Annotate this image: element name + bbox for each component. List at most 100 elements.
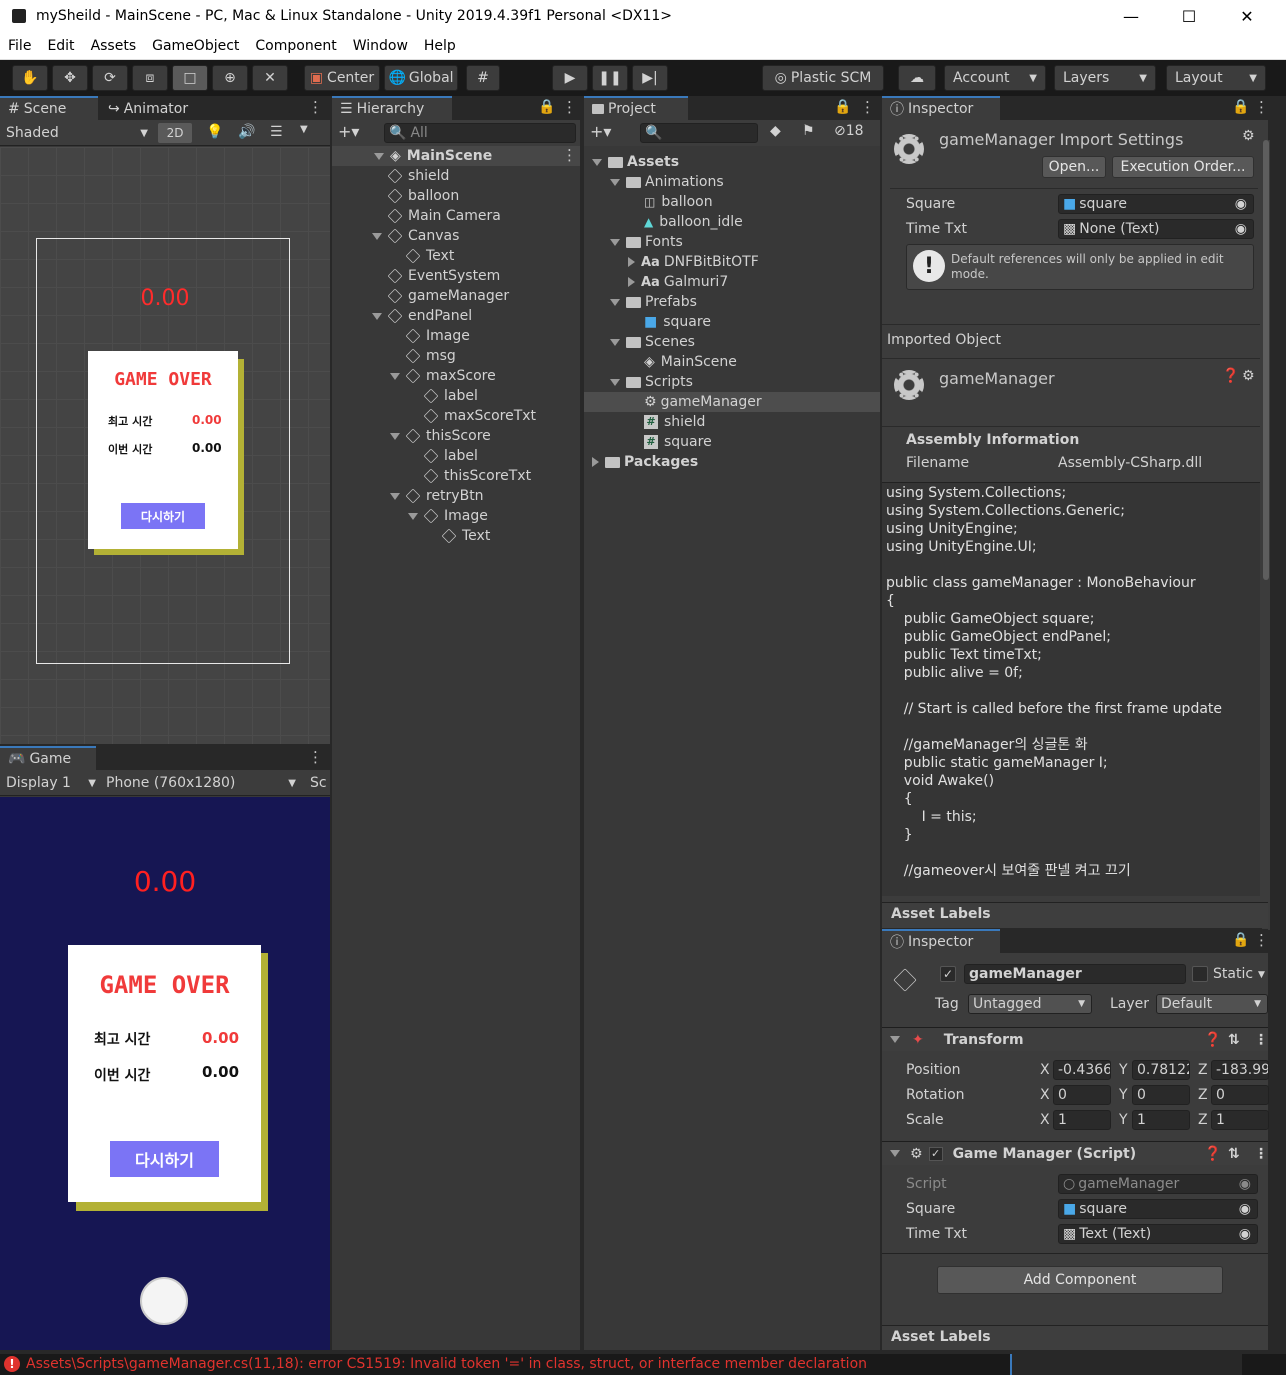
- static-checkbox[interactable]: [1192, 966, 1208, 982]
- hand-tool-icon[interactable]: ✋: [12, 65, 48, 91]
- hierarchy-item[interactable]: maxScore: [390, 366, 496, 386]
- grid-snap-icon[interactable]: #: [466, 65, 500, 91]
- tab-scene[interactable]: # Scene: [0, 96, 98, 120]
- project-item[interactable]: ■ square: [628, 312, 711, 332]
- expand-arrow-icon[interactable]: [390, 432, 400, 440]
- kebab-menu-icon[interactable]: ⋮: [562, 98, 577, 116]
- custom-tool-icon[interactable]: ✕: [252, 65, 288, 91]
- hierarchy-item[interactable]: label: [423, 446, 478, 466]
- layout-dropdown[interactable]: Layout ▼: [1166, 65, 1266, 91]
- expand-arrow-icon[interactable]: [372, 312, 382, 320]
- axis-z-label[interactable]: Z: [1198, 1062, 1208, 1078]
- axis-z-label[interactable]: Z: [1198, 1087, 1208, 1103]
- expand-arrow-icon[interactable]: [408, 512, 418, 520]
- hierarchy-item[interactable]: retryBtn: [390, 486, 484, 506]
- game-manager-script-header[interactable]: ⚙ ✓ Game Manager (Script) ❓ ⇅ ⋮: [882, 1141, 1268, 1165]
- kebab-menu-icon[interactable]: ⋮: [308, 98, 323, 116]
- hierarchy-item[interactable]: shield: [387, 166, 449, 186]
- project-item[interactable]: ▲ balloon_idle: [628, 212, 743, 232]
- help-icon[interactable]: ❓: [1222, 368, 1239, 384]
- audio-icon[interactable]: 🔊: [238, 124, 255, 140]
- scale-x-input[interactable]: 1: [1053, 1110, 1111, 1130]
- hierarchy-item[interactable]: Image: [408, 506, 488, 526]
- axis-y-label[interactable]: Y: [1119, 1112, 1128, 1128]
- mode-2d-toggle[interactable]: 2D: [158, 123, 192, 143]
- axis-y-label[interactable]: Y: [1119, 1062, 1128, 1078]
- position-x-input[interactable]: -0.4366: [1053, 1060, 1111, 1080]
- rotation-x-input[interactable]: 0: [1053, 1085, 1111, 1105]
- pivot-center-button[interactable]: ▣ Center: [304, 65, 380, 91]
- add-icon[interactable]: +▾: [338, 122, 359, 141]
- status-bar[interactable]: ! Assets\Scripts\gameManager.cs(11,18): …: [0, 1354, 1286, 1375]
- kebab-menu-icon[interactable]: ⋮: [860, 98, 875, 116]
- execution-order-button[interactable]: Execution Order...: [1112, 156, 1254, 178]
- tab-project[interactable]: Project: [584, 96, 688, 120]
- menu-component[interactable]: Component: [247, 38, 344, 54]
- kebab-menu-icon[interactable]: ⋮: [1254, 1146, 1268, 1162]
- position-z-input[interactable]: -183.99: [1211, 1060, 1269, 1080]
- project-item[interactable]: Packages: [592, 452, 698, 472]
- rotation-y-input[interactable]: 0: [1132, 1085, 1190, 1105]
- project-item[interactable]: Aa Galmuri7: [628, 272, 728, 292]
- filter-type-icon[interactable]: ◆: [770, 123, 781, 139]
- hierarchy-scene-row[interactable]: ◈ MainScene ⋮: [332, 146, 580, 166]
- lock-icon[interactable]: 🔒: [538, 99, 555, 115]
- maximize-icon[interactable]: ☐: [1160, 0, 1218, 32]
- cloud-icon[interactable]: ☁: [898, 65, 936, 91]
- close-icon[interactable]: ✕: [1218, 0, 1276, 32]
- game-retry-button[interactable]: 다시하기: [110, 1141, 219, 1177]
- hierarchy-item[interactable]: Text: [405, 246, 454, 266]
- hierarchy-item[interactable]: Canvas: [372, 226, 459, 246]
- settings-gear-icon[interactable]: ⚙: [1242, 128, 1255, 144]
- collapse-arrow-icon[interactable]: [592, 457, 599, 467]
- expand-arrow-icon[interactable]: [592, 158, 602, 166]
- hidden-packages-icon[interactable]: ⊘18: [834, 123, 864, 139]
- object-picker-icon[interactable]: ◉: [1239, 1226, 1251, 1242]
- asset-labels-bar-2[interactable]: Asset Labels: [882, 1325, 1268, 1350]
- scale-tool-icon[interactable]: ⧈: [132, 65, 168, 91]
- preset-icon[interactable]: ⇅: [1228, 1146, 1240, 1162]
- project-item[interactable]: # square: [628, 432, 712, 452]
- scale-z-input[interactable]: 1: [1211, 1110, 1269, 1130]
- lock-icon[interactable]: 🔒: [834, 99, 851, 115]
- project-search-input[interactable]: 🔍: [640, 123, 758, 143]
- collapse-arrow-icon[interactable]: [628, 277, 635, 287]
- game-view[interactable]: 0.00 GAME OVER 최고 시간 0.00 이번 시간 0.00 다시하…: [0, 797, 330, 1350]
- project-item[interactable]: # shield: [628, 412, 705, 432]
- transform-tool-icon[interactable]: ⊕: [212, 65, 248, 91]
- hierarchy-item[interactable]: gameManager: [387, 286, 509, 306]
- expand-arrow-icon[interactable]: [610, 338, 620, 346]
- kebab-menu-icon[interactable]: ⋮: [308, 748, 323, 766]
- layer-dropdown[interactable]: Default ▼: [1156, 994, 1268, 1014]
- move-tool-icon[interactable]: ✥: [52, 65, 88, 91]
- preset-icon[interactable]: ⇅: [1228, 1032, 1240, 1048]
- project-item[interactable]: Scenes: [610, 332, 695, 352]
- tab-game[interactable]: 🎮 Game: [0, 746, 96, 770]
- lighting-icon[interactable]: 💡: [206, 124, 223, 140]
- menu-help[interactable]: Help: [416, 38, 464, 54]
- inspector-scrollbar[interactable]: [1262, 140, 1270, 930]
- hierarchy-item[interactable]: Image: [405, 326, 470, 346]
- open-button[interactable]: Open...: [1042, 156, 1106, 178]
- menu-gameobject[interactable]: GameObject: [144, 38, 247, 54]
- kebab-menu-icon[interactable]: ⋮: [1254, 1032, 1268, 1048]
- collapse-arrow-icon[interactable]: [628, 257, 635, 267]
- axis-y-label[interactable]: Y: [1119, 1087, 1128, 1103]
- play-button[interactable]: ▶: [552, 65, 588, 91]
- rect-tool-icon[interactable]: □: [172, 65, 208, 91]
- kebab-menu-icon[interactable]: ⋮: [1254, 98, 1269, 116]
- menu-window[interactable]: Window: [345, 38, 416, 54]
- axis-x-label[interactable]: X: [1040, 1087, 1050, 1103]
- pivot-global-button[interactable]: 🌐 Global: [384, 65, 458, 91]
- menu-file[interactable]: File: [0, 38, 39, 54]
- hierarchy-item[interactable]: Main Camera: [387, 206, 501, 226]
- tab-inspector-2[interactable]: ⓘ Inspector: [882, 929, 1000, 953]
- expand-arrow-icon[interactable]: [390, 372, 400, 380]
- time-txt-object-field[interactable]: ▩ Text (Text) ◉: [1058, 1224, 1258, 1244]
- square-object-field[interactable]: ■ square ◉: [1058, 194, 1254, 214]
- hierarchy-item[interactable]: maxScoreTxt: [423, 406, 536, 426]
- hierarchy-item[interactable]: endPanel: [372, 306, 472, 326]
- display-dropdown[interactable]: Display 1 ▼: [6, 773, 96, 793]
- axis-z-label[interactable]: Z: [1198, 1112, 1208, 1128]
- project-item[interactable]: Prefabs: [610, 292, 697, 312]
